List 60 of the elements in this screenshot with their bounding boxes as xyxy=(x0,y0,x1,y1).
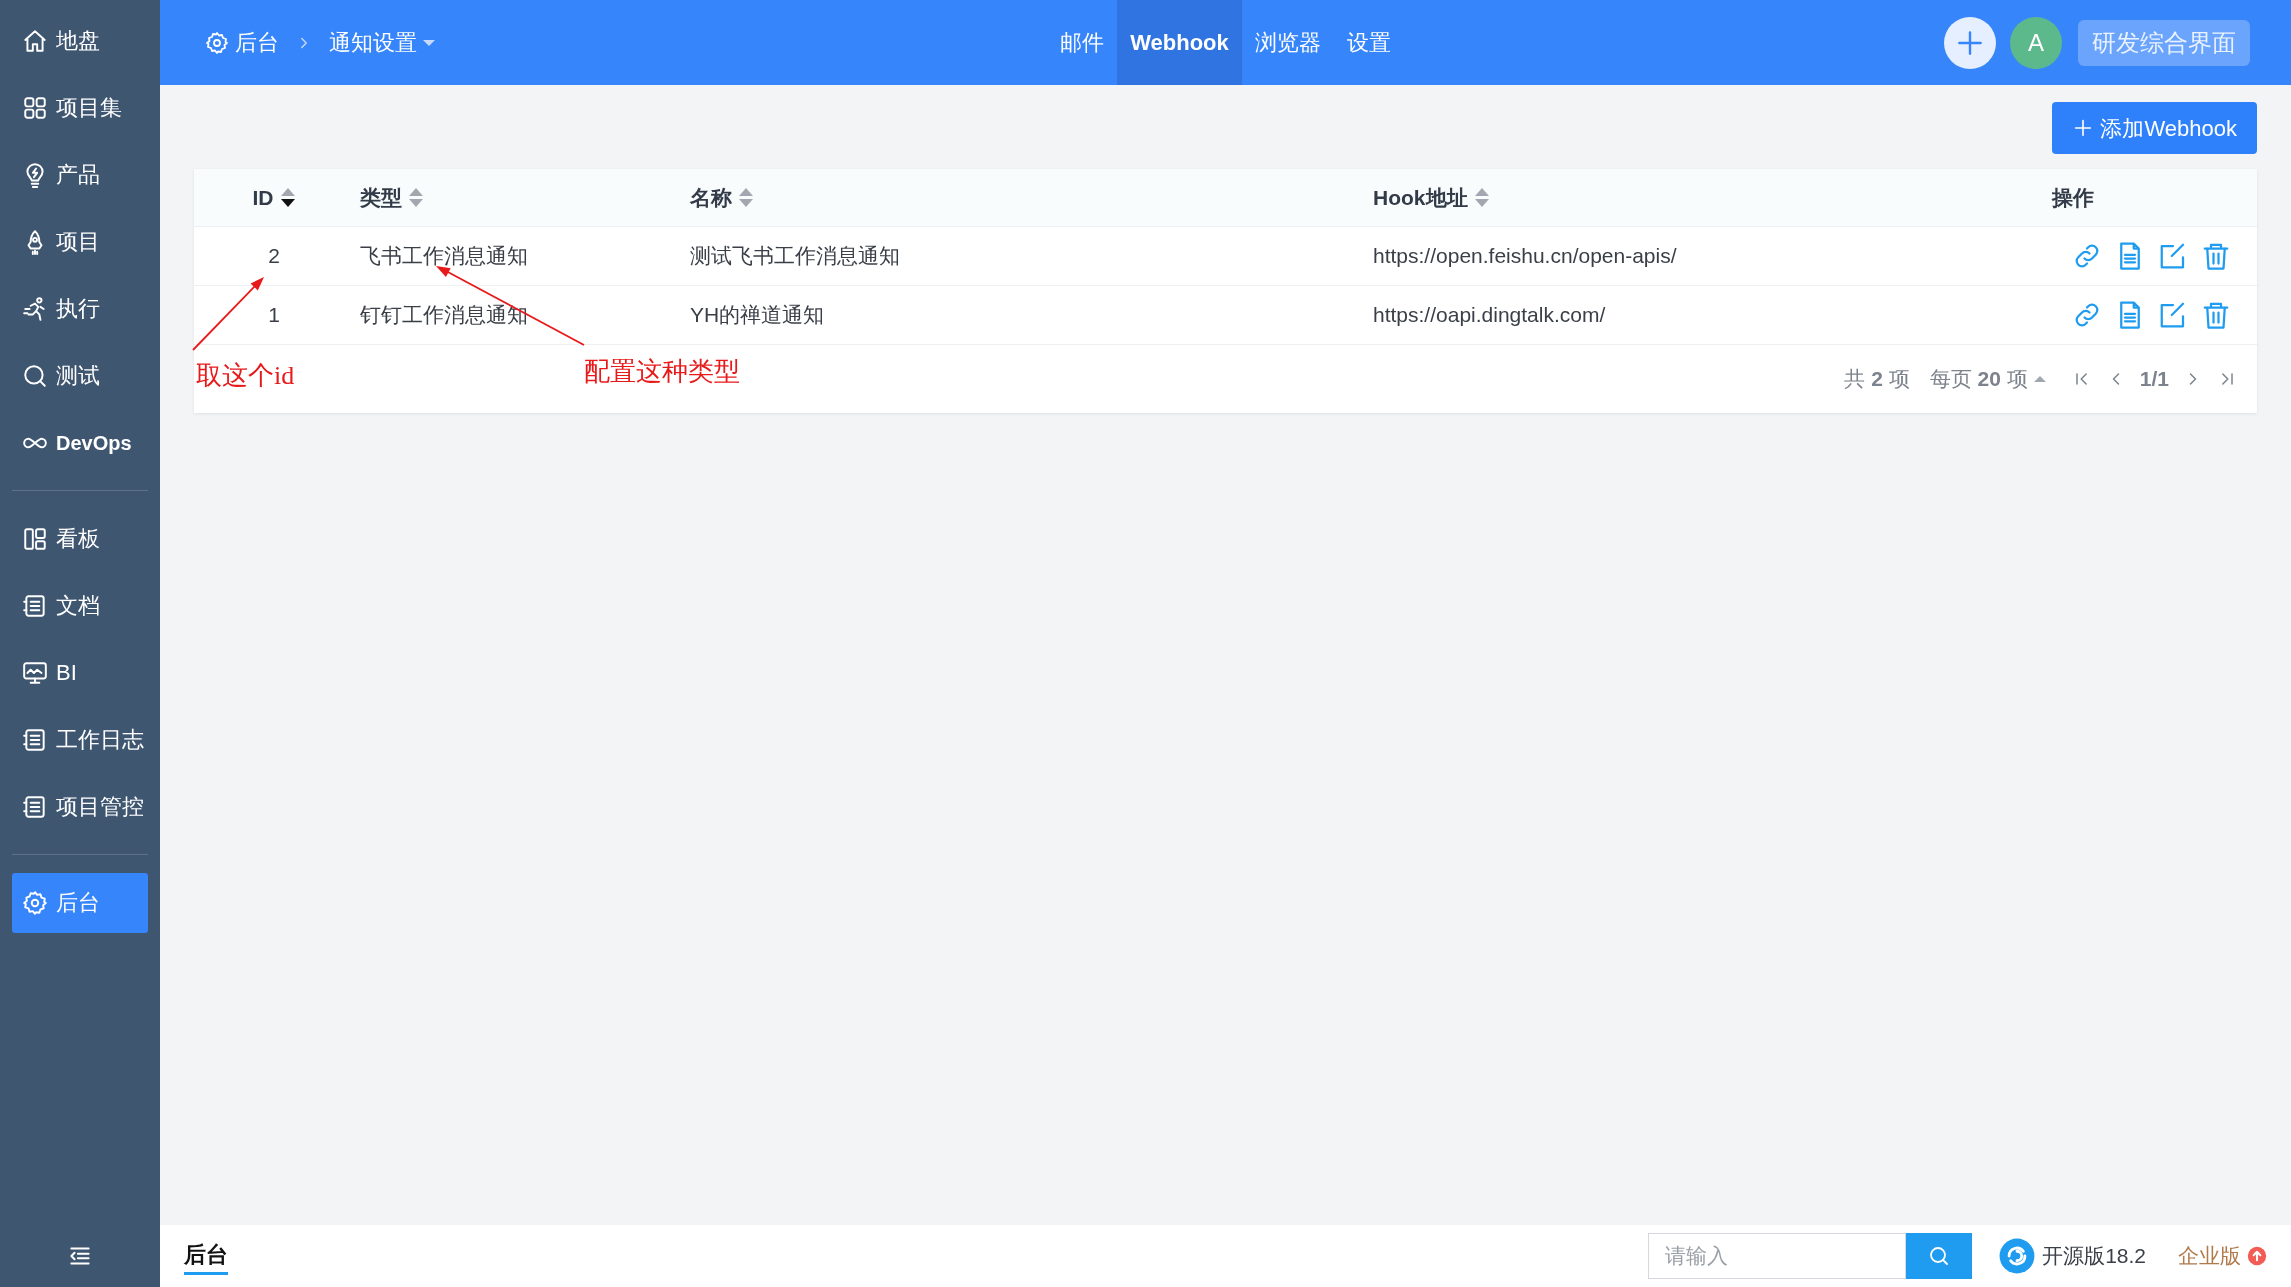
gear-icon xyxy=(205,30,229,55)
annotation-text: 配置这种类型 xyxy=(584,356,740,388)
bottom-tab[interactable]: 后台 xyxy=(184,1237,228,1275)
monitor-icon xyxy=(22,659,48,686)
search-button[interactable] xyxy=(1906,1233,1973,1279)
sidebar-item[interactable]: 后台 xyxy=(12,872,148,933)
annotation-text: 取这个id xyxy=(196,360,295,392)
trash-icon[interactable] xyxy=(2201,241,2231,271)
page-size-dropdown[interactable]: 每页 20 项 xyxy=(1929,363,2046,395)
search-field[interactable]: 请输入 xyxy=(1648,1233,1907,1279)
table-cell-text: 2 xyxy=(267,243,281,270)
search-icon xyxy=(22,362,48,389)
sidebar-item[interactable]: 地盘 xyxy=(12,10,148,71)
sidebar-item[interactable]: 工作日志 xyxy=(12,709,148,770)
swirl-logo-icon xyxy=(1998,1237,2037,1275)
sidebar-item[interactable]: 产品 xyxy=(12,144,148,205)
board-icon xyxy=(22,525,48,552)
sidebar-item[interactable]: BI xyxy=(12,642,148,703)
sidebar-item[interactable]: 执行 xyxy=(12,278,148,339)
trash-icon[interactable] xyxy=(2201,300,2231,330)
table-cell-text: https://open.feishu.cn/open-apis/ xyxy=(1372,243,1678,270)
list-icon xyxy=(22,726,48,753)
nav-tab[interactable]: 浏览器 xyxy=(1241,0,1334,85)
breadcrumb-link[interactable]: 后台 xyxy=(205,26,279,59)
column-header[interactable]: ID xyxy=(194,181,354,214)
table-cell-text: 测试飞书工作消息通知 xyxy=(689,243,901,270)
total-count: 共 2 项 xyxy=(1844,366,1910,393)
nav-tab[interactable]: 设置 xyxy=(1333,0,1404,85)
add-button[interactable] xyxy=(1944,16,1996,69)
upgrade-link[interactable]: 企业版 xyxy=(2178,1240,2267,1272)
sidebar-item[interactable]: DevOps xyxy=(12,412,148,473)
version-label: 开源版18.2 xyxy=(2042,1243,2146,1270)
table-cell-text: https://oapi.dingtalk.com/ xyxy=(1372,302,1607,329)
home-icon xyxy=(22,27,48,54)
column-header: 操作 xyxy=(2050,184,2095,211)
nav-tab[interactable]: Webhook xyxy=(1117,0,1242,85)
gear-icon xyxy=(22,889,48,916)
sidebar-item[interactable]: 测试 xyxy=(12,345,148,406)
sidebar-item[interactable]: 项目集 xyxy=(12,77,148,138)
list-icon xyxy=(22,592,48,619)
caret-icon xyxy=(423,39,435,46)
sidebar-item[interactable]: 项目 xyxy=(12,211,148,272)
page-number: 1/1 xyxy=(2139,366,2169,393)
caret-icon xyxy=(2033,376,2046,382)
table-cell-text: 飞书工作消息通知 xyxy=(359,243,529,270)
sidebar-item[interactable]: 文档 xyxy=(12,575,148,636)
add-webhook-button[interactable]: 添加Webhook xyxy=(2052,102,2257,154)
table-cell-text: 钉钉工作消息通知 xyxy=(359,302,529,329)
list-icon xyxy=(22,793,48,820)
table-cell-text: 1 xyxy=(267,302,281,329)
grid-icon xyxy=(22,94,48,121)
table-cell-text: YH的禅道通知 xyxy=(689,302,826,329)
column-header[interactable]: 类型 xyxy=(354,181,684,214)
column-header[interactable]: 名称 xyxy=(684,181,1367,214)
up-arrow-badge-icon xyxy=(2247,1246,2267,1266)
sidebar-item[interactable]: 项目管控 xyxy=(12,776,148,837)
sidebar-item[interactable]: 看板 xyxy=(12,508,148,569)
breadcrumb-dropdown[interactable]: 通知设置 xyxy=(329,26,435,59)
column-header[interactable]: Hook地址 xyxy=(1367,181,2050,214)
nav-tab[interactable]: 邮件 xyxy=(1047,0,1118,85)
